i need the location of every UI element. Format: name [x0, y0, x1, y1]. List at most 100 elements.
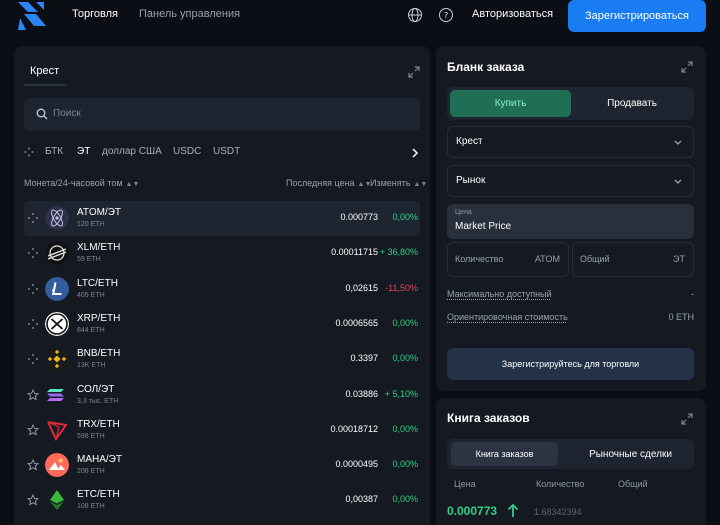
pair-name: ETC/ETH	[77, 489, 120, 501]
table-row[interactable]: XLM/ETH 59 ETH 0.00011715 + 36,80%	[24, 236, 420, 271]
expand-icon[interactable]	[681, 61, 693, 73]
tab-underline	[24, 84, 66, 86]
favorite-star-icon[interactable]	[27, 459, 39, 471]
loading-dots-icon[interactable]	[27, 353, 39, 365]
quantity-field[interactable]: Количество ATOM	[447, 242, 569, 277]
loading-dots-icon[interactable]	[27, 283, 39, 295]
total-field[interactable]: Общий ЭТ	[572, 242, 694, 277]
volume-24h: 598 ETH	[77, 432, 105, 440]
search-input[interactable]: Поиск	[24, 98, 420, 131]
estimated-cost-value: 0 ETH	[668, 312, 694, 322]
filter-eth[interactable]: ЭТ	[77, 146, 90, 157]
buy-sell-toggle: Купить Продавать	[447, 87, 694, 120]
filter-btc[interactable]: БТК	[45, 146, 63, 157]
help-icon[interactable]: ?	[438, 7, 454, 23]
tab-market-trades[interactable]: Рыночные сделки	[567, 442, 694, 466]
arrow-up-icon	[507, 503, 519, 517]
favorite-star-icon[interactable]	[27, 423, 39, 436]
loading-dots-icon[interactable]	[27, 212, 39, 224]
order-type-value: Рынок	[456, 175, 486, 186]
column-change[interactable]: Изменять ▲▼	[370, 178, 427, 188]
price-value: Market Price	[455, 221, 512, 232]
volume-24h: 844 ETH	[77, 326, 105, 334]
volume-24h: 120 ETH	[77, 221, 105, 228]
buy-button[interactable]: Купить	[450, 90, 571, 117]
last-quantity: 1.68342394	[534, 507, 582, 517]
book-col-quantity: Количество	[536, 479, 585, 489]
tab-cross[interactable]: Крест	[30, 65, 59, 77]
table-row[interactable]: LTC/ETH 405 ETH 0,02615 -11,50%	[24, 272, 420, 307]
favorite-star-icon[interactable]	[27, 388, 39, 401]
atom-coin-icon	[45, 206, 69, 230]
change-cell: 0,00%	[392, 317, 418, 328]
tab-order-book[interactable]: Книга заказов	[451, 442, 558, 466]
pair-name: МАНА/ЭТ	[77, 454, 122, 466]
change-cell: 0,00%	[392, 353, 418, 364]
order-form-panel: Бланк заказа Купить Продавать Крест Рыно…	[436, 46, 706, 391]
stellar-coin-icon	[45, 241, 69, 266]
search-icon	[36, 108, 48, 120]
last-price-cell: 0.0006565	[335, 317, 378, 328]
price-field[interactable]: Цена Market Price	[447, 204, 694, 239]
table-row[interactable]: ETC/ETH 108 ETH 0,00387 0,00%	[24, 483, 420, 518]
change-cell: 0,00%	[392, 459, 418, 470]
column-last-price[interactable]: Последняя цена ▲▼	[286, 178, 371, 188]
market-panel: Крест Поиск БТК ЭТ доллар США USDC USDT …	[14, 46, 430, 525]
price-caption: Цена	[455, 209, 472, 216]
expand-icon[interactable]	[408, 66, 420, 78]
estimated-cost-label[interactable]: Ориентировочная стоимость	[447, 312, 568, 322]
pair-name: TRX/ETH	[77, 418, 120, 430]
pair-name: СОЛ/ЭТ	[77, 383, 115, 395]
table-row[interactable]: СОЛ/ЭТ 3,3 тыс. ETH 0.03886 + 5,10%	[24, 378, 420, 413]
book-col-total: Общий	[618, 479, 648, 489]
volume-24h: 208 ETH	[77, 468, 105, 476]
search-placeholder: Поиск	[53, 108, 81, 119]
total-unit: ЭТ	[673, 254, 685, 264]
margin-mode-value: Крест	[456, 136, 483, 147]
book-col-price: Цена	[454, 479, 476, 489]
last-price-cell: 0.0000495	[335, 459, 378, 470]
margin-mode-select[interactable]: Крест	[447, 126, 694, 158]
pair-name: BNB/ETH	[77, 348, 121, 360]
bnb-coin-icon	[45, 347, 69, 372]
litecoin-coin-icon	[45, 276, 69, 301]
table-row[interactable]: ATOM/ЭТ 120 ETH 0.000773 0,00%	[24, 201, 420, 236]
expand-icon[interactable]	[681, 413, 693, 425]
loading-dots-icon[interactable]	[27, 318, 39, 330]
nav-dashboard-link[interactable]: Панель управления	[139, 8, 240, 20]
login-link[interactable]: Авторизоваться	[472, 8, 553, 20]
pair-name: ATOM/ЭТ	[77, 207, 122, 218]
table-row[interactable]: XRP/ETH 844 ETH 0.0006565 0,00%	[24, 307, 420, 342]
max-available-value: -	[691, 289, 694, 299]
chevron-right-icon[interactable]	[410, 147, 420, 159]
loading-dots-icon[interactable]	[27, 247, 39, 259]
svg-text:?: ?	[444, 12, 449, 22]
quote-filter-bar: БТК ЭТ доллар США USDC USDT	[24, 146, 420, 160]
nav-trade-link[interactable]: Торговля	[72, 8, 118, 20]
filter-usdc[interactable]: USDC	[173, 146, 201, 157]
pair-name: XLM/ETH	[77, 242, 121, 254]
brand-logo-icon[interactable]	[14, 0, 50, 34]
table-row[interactable]: BNB/ETH 13K ETH 0.3397 0,00%	[24, 342, 420, 377]
tron-coin-icon	[46, 420, 68, 441]
max-available-label[interactable]: Максимально доступный	[447, 289, 552, 299]
volume-24h: 405 ETH	[77, 291, 105, 299]
table-row[interactable]: TRX/ETH 598 ETH 0.00018712 0,00%	[24, 413, 420, 448]
book-tabs: Книга заказов Рыночные сделки	[447, 439, 694, 469]
sell-button[interactable]: Продавать	[573, 90, 691, 117]
last-price-cell: 0.000773	[340, 212, 378, 222]
order-type-select[interactable]: Рынок	[447, 165, 694, 197]
chevron-down-icon	[674, 179, 682, 184]
globe-icon[interactable]	[407, 7, 423, 23]
total-label: Общий	[580, 254, 610, 264]
quantity-unit: ATOM	[534, 254, 560, 264]
favorite-star-icon[interactable]	[27, 494, 39, 506]
signup-button[interactable]: Зарегистрироваться	[568, 0, 706, 32]
table-row[interactable]: МАНА/ЭТ 208 ETH 0.0000495 0,00%	[24, 448, 420, 483]
filter-usd[interactable]: доллар США	[102, 146, 162, 157]
register-to-trade-button[interactable]: Зарегистрируйтесь для торговли	[447, 348, 694, 380]
loading-dots-icon	[24, 147, 34, 157]
filter-usdt[interactable]: USDT	[213, 146, 240, 157]
xrp-coin-icon	[45, 311, 69, 336]
column-coin-volume[interactable]: Монета/24-часовой том ▲▼	[24, 178, 139, 188]
